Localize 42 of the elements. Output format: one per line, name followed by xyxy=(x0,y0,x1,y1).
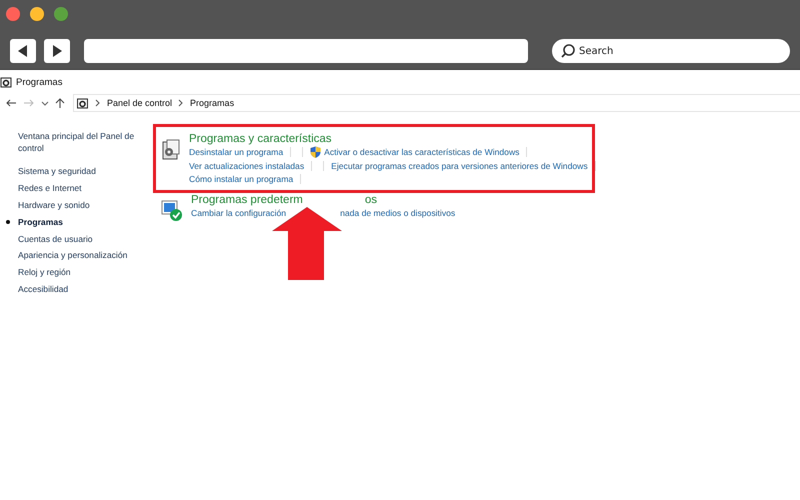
search-field[interactable]: Search xyxy=(552,39,790,63)
section-heading[interactable]: os xyxy=(364,194,378,206)
left-triangle-icon xyxy=(16,44,30,58)
sidebar-item[interactable]: Redes e Internet xyxy=(18,183,82,194)
sidebar-item[interactable]: Apariencia y personalización xyxy=(18,250,128,260)
link[interactable]: Activar o desactivar las características de Windows xyxy=(324,147,520,158)
section-heading[interactable]: Programas y características xyxy=(189,133,332,145)
chevron-icon xyxy=(95,99,101,107)
window-title: Programas xyxy=(16,76,62,88)
address-field[interactable] xyxy=(84,39,528,63)
up-arrow-icon[interactable] xyxy=(55,98,65,108)
sidebar-item[interactable]: Accesibilidad xyxy=(18,284,68,294)
back-arrow-icon[interactable] xyxy=(5,98,17,108)
section-heading[interactable]: Programas predeterm xyxy=(191,194,303,206)
link[interactable]: Ver actualizaciones instaladas xyxy=(189,160,304,171)
sidebar-item[interactable]: Sistema y seguridad xyxy=(18,166,96,176)
breadcrumb-item[interactable]: Programas xyxy=(190,98,234,108)
default-programs-icon xyxy=(161,200,183,222)
link[interactable]: Ejecutar programas creados para versiones anteriores de Windows xyxy=(331,160,588,171)
breadcrumb-bar[interactable]: Panel de control Programas xyxy=(73,94,800,112)
link[interactable]: Cambiar la configuración xyxy=(191,208,286,218)
control-panel-icon xyxy=(76,97,89,109)
search-icon xyxy=(560,43,576,59)
link[interactable]: Desinstalar un programa xyxy=(189,147,284,158)
back-button[interactable] xyxy=(10,39,36,63)
maximize-button[interactable] xyxy=(54,7,68,21)
sidebar-item[interactable]: Ventana principal del Panel de control xyxy=(18,130,140,154)
sidebar-item[interactable]: Reloj y región xyxy=(18,267,71,278)
sidebar-item[interactable]: Cuentas de usuario xyxy=(18,234,93,244)
link[interactable]: nada de medios o dispositivos xyxy=(340,208,456,218)
control-panel-icon xyxy=(0,76,12,88)
chevron-icon xyxy=(178,99,184,107)
shield-icon xyxy=(310,146,322,158)
close-button[interactable] xyxy=(6,7,20,21)
sidebar-item[interactable]: Programas xyxy=(18,216,63,227)
minimize-button[interactable] xyxy=(30,7,44,21)
breadcrumb-item[interactable]: Panel de control xyxy=(107,98,172,108)
sidebar-item[interactable]: Hardware y sonido xyxy=(18,200,90,210)
forward-button[interactable] xyxy=(44,39,70,63)
link[interactable]: Cómo instalar un programa xyxy=(189,174,294,184)
program-box-icon xyxy=(161,139,181,161)
bullet-icon xyxy=(6,220,10,224)
